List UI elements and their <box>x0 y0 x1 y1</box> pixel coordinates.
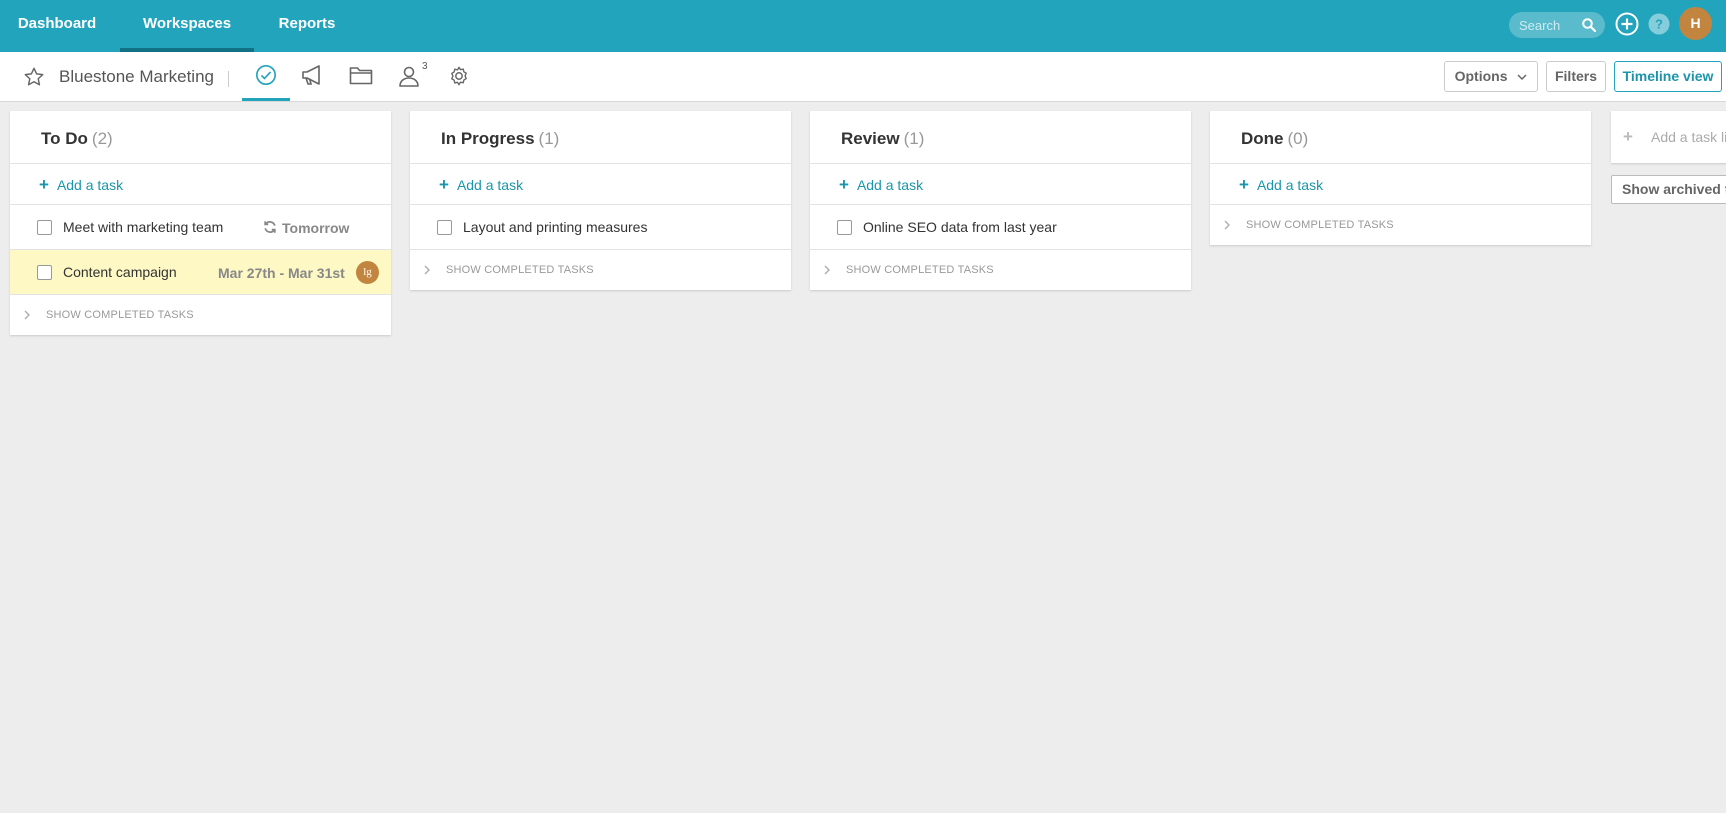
tasks-check-icon[interactable] <box>255 64 277 91</box>
task-checkbox[interactable] <box>37 220 52 235</box>
add-task-list-label: Add a task list <box>1651 129 1726 145</box>
show-completed-label: SHOW COMPLETED TASKS <box>846 264 994 276</box>
task-row[interactable]: Content campaign Mar 27th - Mar 31st lg <box>10 250 391 295</box>
task-due-date: Tomorrow <box>282 220 350 236</box>
folder-icon[interactable] <box>349 65 373 90</box>
gear-icon[interactable] <box>448 65 470 92</box>
show-completed-toggle[interactable]: SHOW COMPLETED TASKS <box>810 250 1191 290</box>
workspace-toolbar: Bluestone Marketing 3 Options Filters Ti… <box>0 52 1726 102</box>
task-date-range: Mar 27th - Mar 31st <box>218 265 345 281</box>
nav-workspaces[interactable]: Workspaces <box>120 0 254 52</box>
task-checkbox[interactable] <box>37 265 52 280</box>
column-count: (2) <box>91 129 113 148</box>
column-header: Review (1) <box>810 111 1191 164</box>
show-archived-button[interactable]: Show archived task lists <box>1611 175 1726 204</box>
chevron-right-icon <box>424 265 430 275</box>
chevron-right-icon <box>824 265 830 275</box>
task-title[interactable]: Online SEO data from last year <box>863 219 1057 235</box>
column-count: (1) <box>903 129 925 148</box>
column-review: Review (1) + Add a task Online SEO data fr… <box>810 111 1191 290</box>
add-task-label: Add a task <box>456 177 524 193</box>
add-task-button[interactable]: + Add a task <box>410 164 791 205</box>
members-icon[interactable] <box>397 64 421 93</box>
svg-text:?: ? <box>1655 17 1663 32</box>
add-task-button[interactable]: + Add a task <box>1210 164 1591 205</box>
task-row[interactable]: Layout and printing measures <box>410 205 791 250</box>
top-nav-bar: Dashboard Workspaces Reports ? H <box>0 0 1726 52</box>
divider <box>228 71 229 87</box>
column-title: Review <box>841 129 900 148</box>
nav-dashboard[interactable]: Dashboard <box>0 0 114 52</box>
assignee-avatar[interactable]: lg <box>356 261 379 284</box>
user-avatar[interactable]: H <box>1679 7 1712 40</box>
add-circle-icon[interactable] <box>1615 12 1639 41</box>
search-box[interactable] <box>1509 12 1605 38</box>
column-todo: To Do (2) + Add a task Meet with marketing… <box>10 111 391 335</box>
task-checkbox[interactable] <box>837 220 852 235</box>
active-tool-indicator <box>242 98 290 101</box>
chevron-right-icon <box>1224 220 1230 230</box>
search-input[interactable] <box>1519 16 1579 34</box>
recurring-icon <box>263 220 277 237</box>
options-label: Options <box>1454 68 1508 84</box>
show-completed-toggle[interactable]: SHOW COMPLETED TASKS <box>410 250 791 290</box>
column-header: In Progress (1) <box>410 111 791 164</box>
task-row[interactable]: Online SEO data from last year <box>810 205 1191 250</box>
column-count: (1) <box>538 129 560 148</box>
workspace-title: Bluestone Marketing <box>59 67 214 86</box>
star-icon[interactable] <box>23 66 45 93</box>
task-title[interactable]: Content campaign <box>63 264 177 280</box>
column-header: To Do (2) <box>10 111 391 164</box>
nav-reports[interactable]: Reports <box>264 0 350 52</box>
options-button[interactable]: Options <box>1444 61 1538 92</box>
members-count-badge: 3 <box>422 61 428 72</box>
show-completed-label: SHOW COMPLETED TASKS <box>1246 219 1394 231</box>
show-completed-toggle[interactable]: SHOW COMPLETED TASKS <box>10 295 391 335</box>
task-title[interactable]: Layout and printing measures <box>463 219 647 235</box>
column-title: To Do <box>41 129 88 148</box>
column-in-progress: In Progress (1) + Add a task Layout and pr… <box>410 111 791 290</box>
plus-icon: + <box>839 175 849 194</box>
search-icon[interactable] <box>1582 18 1597 37</box>
plus-icon: + <box>39 175 49 194</box>
add-task-label: Add a task <box>56 177 124 193</box>
add-task-label: Add a task <box>1256 177 1324 193</box>
column-done: Done (0) + Add a task SHOW COMPLETED TASKS <box>1210 111 1591 245</box>
add-task-list-button[interactable]: + Add a task list <box>1611 111 1726 163</box>
show-completed-label: SHOW COMPLETED TASKS <box>46 309 194 321</box>
help-icon[interactable]: ? <box>1648 13 1670 40</box>
plus-icon: + <box>1239 175 1249 194</box>
filters-button[interactable]: Filters <box>1546 61 1606 92</box>
column-header: Done (0) <box>1210 111 1591 164</box>
megaphone-icon[interactable] <box>300 64 326 91</box>
plus-icon: + <box>1623 127 1633 146</box>
chevron-down-icon <box>1517 74 1527 81</box>
task-row[interactable]: Meet with marketing team Tomorrow <box>10 205 391 250</box>
chevron-right-icon <box>24 310 30 320</box>
task-checkbox[interactable] <box>437 220 452 235</box>
plus-icon: + <box>439 175 449 194</box>
add-task-button[interactable]: + Add a task <box>10 164 391 205</box>
column-title: In Progress <box>441 129 535 148</box>
add-task-label: Add a task <box>856 177 924 193</box>
column-count: (0) <box>1287 129 1309 148</box>
column-title: Done <box>1241 129 1284 148</box>
task-title[interactable]: Meet with marketing team <box>63 219 223 235</box>
show-completed-label: SHOW COMPLETED TASKS <box>446 264 594 276</box>
show-completed-toggle[interactable]: SHOW COMPLETED TASKS <box>1210 205 1591 245</box>
add-task-button[interactable]: + Add a task <box>810 164 1191 205</box>
timeline-view-button[interactable]: Timeline view <box>1614 61 1722 92</box>
